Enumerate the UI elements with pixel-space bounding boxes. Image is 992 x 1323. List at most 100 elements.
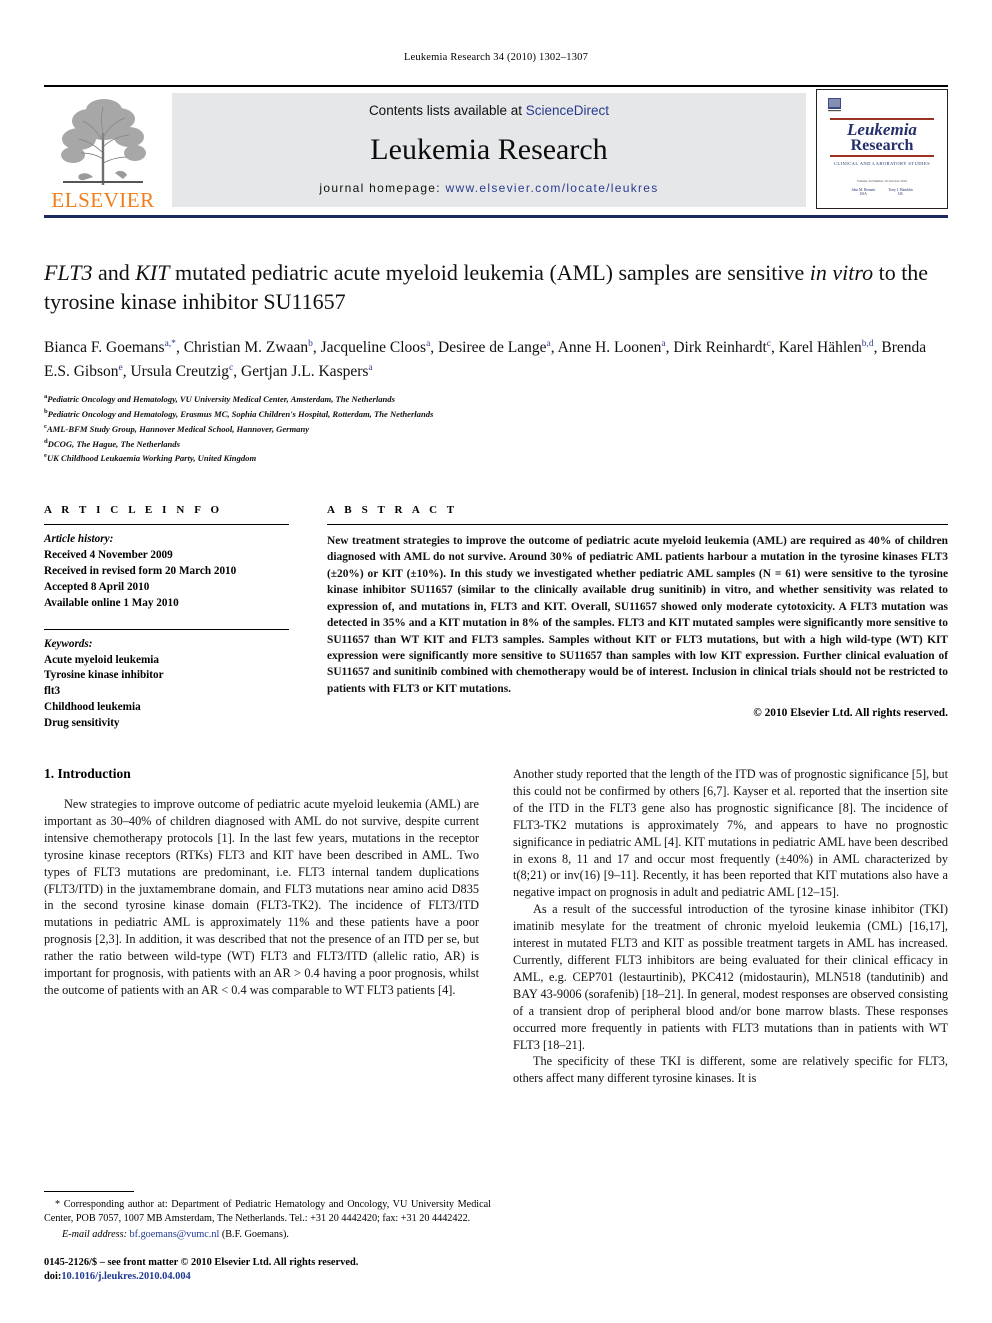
affiliation-text: Pediatric Oncology and Hematology, Erasm… bbox=[47, 408, 434, 419]
abstract-heading: A B S T R A C T bbox=[327, 504, 458, 517]
email-owner: (B.F. Goemans). bbox=[221, 1228, 289, 1240]
doi-label: doi: bbox=[44, 1271, 62, 1283]
footnote-area: * Corresponding author at: Department of… bbox=[44, 1190, 491, 1285]
author-item: Desiree de Langea, bbox=[438, 338, 558, 357]
journal-masthead: ELSEVIER Contents lists available at Sci… bbox=[44, 85, 948, 215]
homepage-prefix: journal homepage: bbox=[319, 181, 446, 195]
author-item: Christian M. Zwaanb, bbox=[183, 338, 321, 357]
author-affil-mark: a,* bbox=[164, 338, 176, 349]
abstract-copyright: © 2010 Elsevier Ltd. All rights reserved… bbox=[753, 707, 948, 720]
issn-block: 0145-2126/$ – see front matter © 2010 El… bbox=[44, 1256, 491, 1285]
intro-paragraph-4: The specificity of these TKI is differen… bbox=[513, 1054, 948, 1086]
affiliation-item: eUK Childhood Leukaemia Working Party, U… bbox=[44, 451, 948, 466]
author-name: Christian M. Zwaan bbox=[183, 339, 309, 357]
author-affil-mark: b bbox=[308, 338, 313, 349]
keyword-item: Childhood leukemia bbox=[44, 701, 141, 714]
email-note: E-mail address: bf.goemans@vumc.nl (B.F.… bbox=[44, 1228, 491, 1242]
article-info-column: A R T I C L E I N F O Article history: R… bbox=[44, 504, 289, 732]
cover-subtitle: CLINICAL AND LABORATORY STUDIES bbox=[833, 160, 931, 166]
abstract-rule bbox=[327, 524, 948, 526]
contents-prefix: Contents lists available at bbox=[368, 103, 526, 118]
author-name: Ursula Creutzig bbox=[130, 362, 230, 380]
sciencedirect-link[interactable]: ScienceDirect bbox=[526, 103, 609, 118]
article-info-rule bbox=[44, 524, 289, 526]
author-name: Jacqueline Cloos bbox=[320, 339, 427, 357]
affiliation-item: cAML-BFM Study Group, Hannover Medical S… bbox=[44, 422, 948, 437]
article-info-heading: A R T I C L E I N F O bbox=[44, 504, 223, 517]
corresponding-author-note: * Corresponding author at: Department of… bbox=[44, 1198, 491, 1224]
author-item: Ursula Creutzigc, bbox=[130, 362, 242, 380]
body-right-column: Another study reported that the length o… bbox=[513, 766, 948, 1087]
doi-line: doi:10.1016/j.leukres.2010.04.004 bbox=[44, 1270, 491, 1285]
body-left-column: 1. Introduction New strategies to improv… bbox=[44, 766, 479, 1087]
affiliation-text: DCOG, The Hague, The Netherlands bbox=[47, 438, 180, 449]
elsevier-wordmark: ELSEVIER bbox=[51, 188, 155, 212]
affiliation-item: dDCOG, The Hague, The Netherlands bbox=[44, 437, 948, 452]
title-conn1: and bbox=[92, 260, 136, 285]
author-affil-mark: a bbox=[426, 338, 431, 349]
author-affil-mark: e bbox=[118, 362, 123, 373]
intro-paragraph-3: As a result of the successful introducti… bbox=[513, 902, 948, 1052]
affiliation-item: bPediatric Oncology and Hematology, Eras… bbox=[44, 407, 948, 422]
journal-homepage-line: journal homepage: www.elsevier.com/locat… bbox=[319, 181, 658, 195]
cover-editor2-role: UK bbox=[897, 192, 904, 197]
email-link[interactable]: bf.goemans@vumc.nl bbox=[130, 1229, 220, 1240]
footnote-rule bbox=[44, 1190, 134, 1192]
affiliation-text: AML-BFM Study Group, Hannover Medical Sc… bbox=[46, 423, 310, 434]
author-item: Jacqueline Cloosa, bbox=[320, 338, 439, 357]
author-item: Dirk Reinhardtc, bbox=[673, 338, 779, 357]
history-item: Available online 1 May 2010 bbox=[44, 596, 179, 609]
keywords-rule bbox=[44, 628, 289, 630]
cover-title-line1: Leukemia bbox=[847, 119, 917, 139]
section-heading-introduction: 1. Introduction bbox=[44, 766, 131, 782]
journal-cover-thumbnail[interactable]: Leukemia Research CLINICAL AND LABORATOR… bbox=[816, 89, 948, 209]
keywords-label: Keywords: bbox=[44, 637, 93, 650]
abstract-text: New treatment strategies to improve the … bbox=[327, 535, 948, 695]
elsevier-tree-icon bbox=[49, 93, 157, 189]
article-history-label: Article history: bbox=[44, 533, 114, 546]
elsevier-mark-icon bbox=[828, 98, 841, 112]
article-title: FLT3 and KIT mutated pediatric acute mye… bbox=[44, 258, 948, 316]
history-item: Accepted 8 April 2010 bbox=[44, 580, 150, 593]
author-name: Karel Hählen bbox=[778, 339, 862, 357]
affiliation-list: aPediatric Oncology and Hematology, VU U… bbox=[44, 392, 948, 466]
author-name: Bianca F. Goemans bbox=[44, 339, 165, 357]
keyword-item: Tyrosine kinase inhibitor bbox=[44, 669, 164, 682]
contents-available-line: Contents lists available at ScienceDirec… bbox=[369, 103, 609, 118]
author-affil-mark: b,d bbox=[861, 338, 874, 349]
author-name: Gertjan J.L. Kaspers bbox=[241, 362, 369, 380]
history-item: Received 4 November 2009 bbox=[44, 548, 173, 561]
email-label: E-mail address: bbox=[62, 1228, 127, 1240]
journal-title: Leukemia Research bbox=[370, 132, 608, 166]
affiliation-item: aPediatric Oncology and Hematology, VU U… bbox=[44, 392, 948, 407]
keyword-item: Drug sensitivity bbox=[44, 717, 120, 730]
cover-editor1-role: USA bbox=[859, 192, 867, 197]
keyword-item: Acute myeloid leukemia bbox=[44, 653, 159, 666]
keywords-block: Keywords: Acute myeloid leukemia Tyrosin… bbox=[44, 637, 289, 732]
body-two-column: 1. Introduction New strategies to improv… bbox=[44, 766, 948, 1087]
affiliation-text: Pediatric Oncology and Hematology, VU Un… bbox=[47, 394, 395, 405]
author-item: Bianca F. Goemansa,*, bbox=[44, 338, 184, 357]
running-head: Leukemia Research 34 (2010) 1302–1307 bbox=[403, 52, 589, 63]
author-name: Desiree de Lange bbox=[438, 339, 547, 357]
title-gene-kit: KIT bbox=[135, 260, 170, 285]
article-history: Article history: Received 4 November 200… bbox=[44, 532, 289, 612]
author-name: Anne H. Loonen bbox=[557, 339, 662, 357]
doi-link[interactable]: 10.1016/j.leukres.2010.04.004 bbox=[61, 1271, 190, 1282]
author-affil-mark: a bbox=[661, 338, 666, 349]
intro-paragraph-1: New strategies to improve outcome of ped… bbox=[44, 797, 479, 997]
title-gene-flt3: FLT3 bbox=[44, 260, 93, 285]
abstract-column: A B S T R A C T New treatment strategies… bbox=[327, 504, 948, 732]
info-abstract-row: A R T I C L E I N F O Article history: R… bbox=[44, 504, 948, 732]
title-mid: mutated pediatric acute myeloid leukemia… bbox=[169, 260, 810, 285]
journal-homepage-link[interactable]: www.elsevier.com/locate/leukres bbox=[446, 181, 659, 195]
author-affil-mark: a bbox=[546, 338, 551, 349]
affiliation-text: UK Childhood Leukaemia Working Party, Un… bbox=[46, 453, 257, 464]
author-item: Gertjan J.L. Kaspersa bbox=[241, 362, 373, 380]
author-affil-mark: c bbox=[766, 338, 771, 349]
cover-title-line2: Research bbox=[850, 136, 914, 154]
author-affil-mark: c bbox=[229, 362, 234, 373]
elsevier-logo: ELSEVIER bbox=[44, 87, 162, 215]
author-item: Anne H. Loonena, bbox=[557, 338, 674, 357]
cover-volume-meta: Volume 34 Number 10 October 2010 bbox=[856, 178, 908, 183]
